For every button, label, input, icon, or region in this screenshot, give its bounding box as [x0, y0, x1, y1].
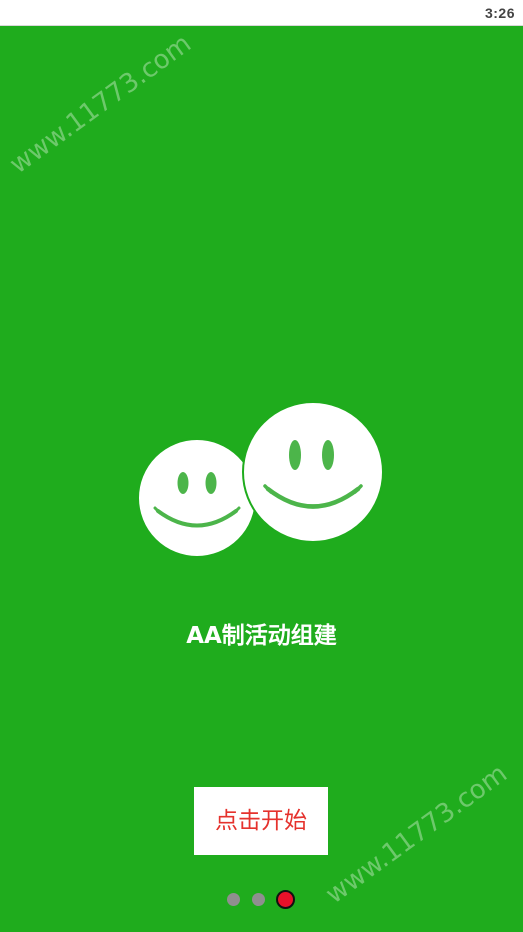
small-smiley-icon: [137, 438, 257, 558]
watermark-bottom: www.11773.com: [320, 758, 513, 910]
start-button[interactable]: 点击开始: [194, 787, 328, 855]
page-indicator: [0, 890, 523, 910]
splash-screen: 3:26 www.11773.com www.11773.com AA制活动组建…: [0, 0, 523, 932]
large-smiley-icon: [242, 401, 384, 543]
page-dot-3-active[interactable]: [276, 890, 295, 909]
status-bar: 3:26: [0, 0, 523, 26]
app-title: AA制活动组建: [186, 623, 337, 649]
status-time: 3:26: [484, 5, 515, 21]
page-dot-1[interactable]: [227, 893, 240, 906]
page-dot-2[interactable]: [252, 893, 265, 906]
watermark-top: www.11773.com: [4, 28, 197, 180]
